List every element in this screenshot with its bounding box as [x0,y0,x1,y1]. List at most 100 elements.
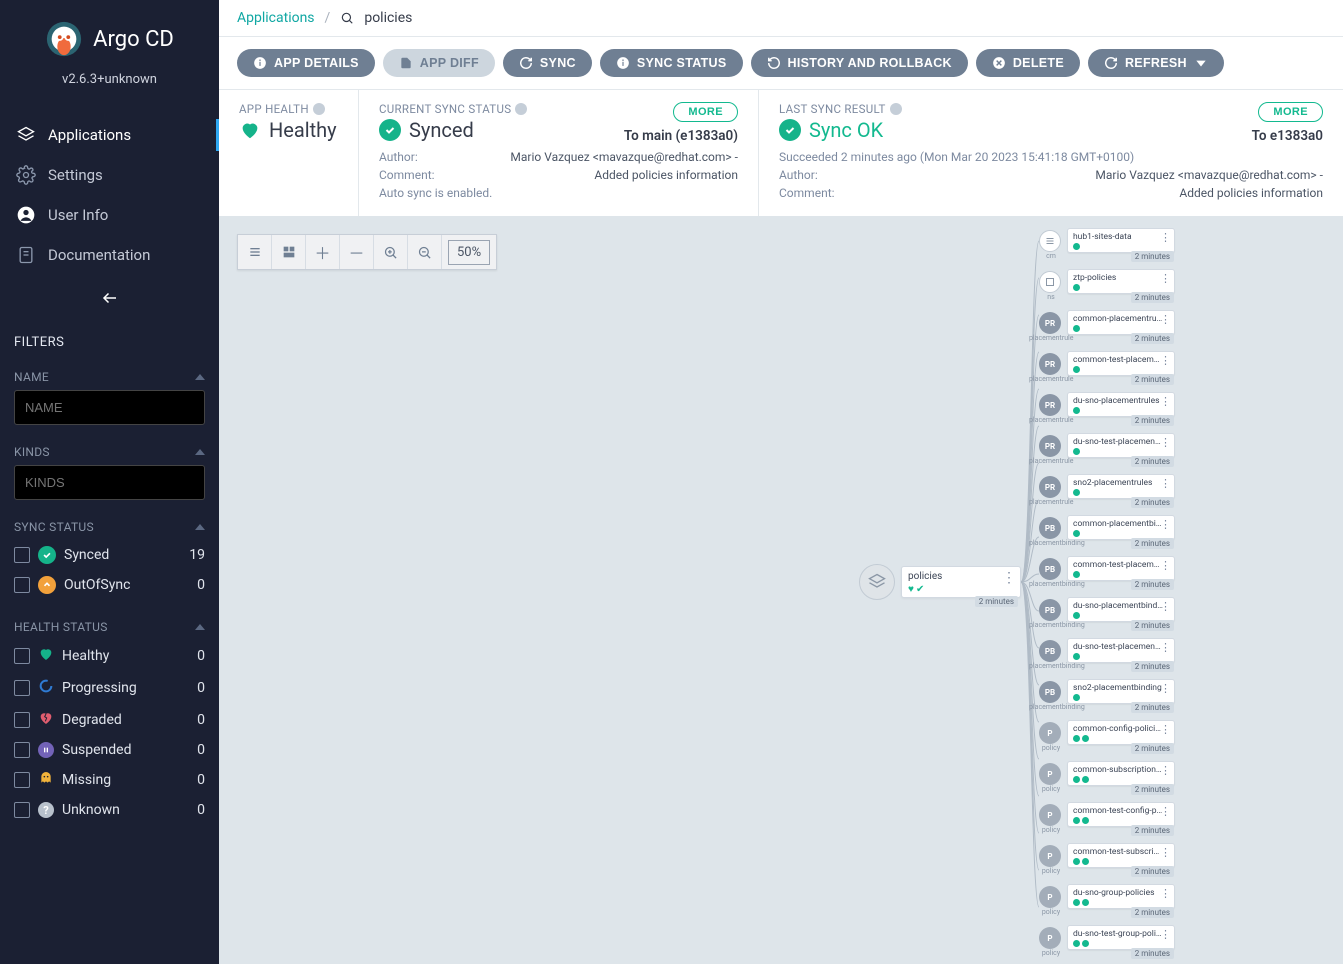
sync-more-button[interactable]: MORE [673,102,738,122]
info-icon[interactable] [313,103,325,115]
zoom-reset-button[interactable] [408,235,442,269]
tree-child-card[interactable]: ⋮du-sno-placementbinding2 minutes [1067,597,1175,622]
tree-child-node[interactable]: Ppolicy⋮common-test-config-policies2 min… [1039,802,1175,839]
sync-button[interactable]: SYNC [503,49,592,77]
kebab-menu-icon[interactable]: ⋮ [1160,437,1171,448]
info-icon[interactable] [890,103,902,115]
tree-child-node[interactable]: PRplacementrule⋮du-sno-placementrules2 m… [1039,392,1175,429]
history-rollback-button[interactable]: HISTORY AND ROLLBACK [751,49,968,77]
checkbox[interactable] [14,742,30,758]
filter-healthy-row[interactable]: Healthy 0 [14,640,205,672]
checkbox[interactable] [14,547,30,563]
view-grid-button[interactable] [272,235,306,269]
zoom-to-fit-button[interactable] [374,235,408,269]
tree-child-node[interactable]: PBplacementbinding⋮sno2-placementbinding… [1039,679,1175,716]
kebab-menu-icon[interactable]: ⋮ [1160,314,1171,325]
zoom-in-button[interactable]: ＋ [306,235,340,269]
kebab-menu-icon[interactable]: ⋮ [1160,806,1171,817]
kebab-menu-icon[interactable]: ⋮ [1160,355,1171,366]
tree-child-card[interactable]: ⋮du-sno-test-placementbinding2 minutes [1067,638,1175,663]
sync-status-button[interactable]: SYNC STATUS [600,49,743,77]
filter-outofsync-row[interactable]: OutOfSync 0 [14,570,205,600]
filter-unknown-row[interactable]: ? Unknown 0 [14,796,205,824]
tree-child-card[interactable]: ⋮common-test-config-policies2 minutes [1067,802,1175,827]
filter-missing-row[interactable]: Missing 0 [14,764,205,796]
tree-child-card[interactable]: ⋮common-subscription-policies2 minutes [1067,761,1175,786]
caret-icon[interactable] [195,624,205,630]
tree-child-card[interactable]: ⋮du-sno-placementrules2 minutes [1067,392,1175,417]
tree-child-node[interactable]: Ppolicy⋮common-test-subscription-po...2 … [1039,843,1175,880]
tree-child-node[interactable]: PRplacementrule⋮common-test-placementrul… [1039,351,1175,388]
caret-icon[interactable] [195,449,205,455]
info-icon[interactable] [515,103,527,115]
tree-root-card[interactable]: ⋮ policies ♥ ✔ 2 minutes [901,566,1021,598]
tree-child-card[interactable]: ⋮common-test-subscription-po...2 minutes [1067,843,1175,868]
nav-settings[interactable]: Settings [0,155,219,195]
checkbox[interactable] [14,772,30,788]
tree-child-node[interactable]: Ppolicy⋮common-config-policies2 minutes [1039,720,1175,757]
filter-kinds-input[interactable] [14,465,205,500]
tree-child-card[interactable]: ⋮sno2-placementrules2 minutes [1067,474,1175,499]
kebab-menu-icon[interactable]: ⋮ [1160,724,1171,735]
filter-progressing-row[interactable]: Progressing 0 [14,672,205,704]
checkbox[interactable] [14,712,30,728]
kebab-menu-icon[interactable]: ⋮ [1160,478,1171,489]
kebab-menu-icon[interactable]: ⋮ [1160,929,1171,940]
tree-child-card[interactable]: ⋮common-placementrules2 minutes [1067,310,1175,335]
checkbox[interactable] [14,648,30,664]
tree-child-node[interactable]: PBplacementbinding⋮du-sno-placementbindi… [1039,597,1175,634]
kebab-menu-icon[interactable]: ⋮ [1160,273,1171,284]
tree-child-node[interactable]: PBplacementbinding⋮common-test-placement… [1039,556,1175,593]
kebab-menu-icon[interactable]: ⋮ [1160,888,1171,899]
tree-child-card[interactable]: ⋮common-test-placementbindi...2 minutes [1067,556,1175,581]
tree-child-card[interactable]: ⋮du-sno-test-placementrules2 minutes [1067,433,1175,458]
checkbox[interactable] [14,802,30,818]
tree-child-card[interactable]: ⋮common-test-placementrules2 minutes [1067,351,1175,376]
kebab-menu-icon[interactable]: ⋮ [1160,765,1171,776]
kebab-menu-icon[interactable]: ⋮ [1160,847,1171,858]
view-list-button[interactable] [238,235,272,269]
filter-degraded-row[interactable]: Degraded 0 [14,704,205,736]
kebab-menu-icon[interactable]: ⋮ [1160,519,1171,530]
checkbox[interactable] [14,680,30,696]
tree-child-card[interactable]: ⋮hub1-sites-data2 minutes [1067,228,1175,253]
nav-userinfo[interactable]: User Info [0,195,219,235]
resource-tree-canvas[interactable]: ＋ － 50% ⋮ policies ♥ ✔ 2 minutes [219,216,1343,964]
tree-child-node[interactable]: cm⋮hub1-sites-data2 minutes [1039,228,1175,265]
tree-child-node[interactable]: Ppolicy⋮du-sno-group-policies2 minutes [1039,884,1175,921]
app-diff-button[interactable]: APP DIFF [383,49,495,77]
tree-child-node[interactable]: Ppolicy⋮du-sno-test-group-policies2 minu… [1039,925,1175,962]
tree-child-node[interactable]: PRplacementrule⋮du-sno-test-placementrul… [1039,433,1175,470]
tree-child-node[interactable]: Ppolicy⋮common-subscription-policies2 mi… [1039,761,1175,798]
kebab-menu-icon[interactable]: ⋮ [1002,570,1016,586]
breadcrumb-link-applications[interactable]: Applications [237,10,315,26]
filter-suspended-row[interactable]: Suspended 0 [14,736,205,764]
tree-child-card[interactable]: ⋮sno2-placementbinding2 minutes [1067,679,1175,704]
tree-child-node[interactable]: PRplacementrule⋮sno2-placementrules2 min… [1039,474,1175,511]
delete-button[interactable]: DELETE [976,49,1080,77]
tree-child-card[interactable]: ⋮ztp-policies2 minutes [1067,269,1175,294]
tree-root-node[interactable]: ⋮ policies ♥ ✔ 2 minutes [859,564,1021,600]
tree-child-node[interactable]: PBplacementbinding⋮common-placementbindi… [1039,515,1175,552]
caret-icon[interactable] [195,374,205,380]
app-details-button[interactable]: APP DETAILS [237,49,375,77]
kebab-menu-icon[interactable]: ⋮ [1160,560,1171,571]
tree-child-card[interactable]: ⋮common-placementbinding2 minutes [1067,515,1175,540]
tree-child-card[interactable]: ⋮du-sno-test-group-policies2 minutes [1067,925,1175,950]
kebab-menu-icon[interactable]: ⋮ [1160,601,1171,612]
filter-name-input[interactable] [14,390,205,425]
tree-child-card[interactable]: ⋮du-sno-group-policies2 minutes [1067,884,1175,909]
checkbox[interactable] [14,577,30,593]
nav-applications[interactable]: Applications [0,115,219,155]
zoom-percent[interactable]: 50% [448,240,490,265]
collapse-sidebar[interactable] [0,275,219,325]
refresh-button[interactable]: REFRESH [1088,49,1224,77]
nav-documentation[interactable]: Documentation [0,235,219,275]
kebab-menu-icon[interactable]: ⋮ [1160,232,1171,243]
caret-icon[interactable] [195,524,205,530]
tree-child-card[interactable]: ⋮common-config-policies2 minutes [1067,720,1175,745]
tree-child-node[interactable]: ns⋮ztp-policies2 minutes [1039,269,1175,306]
kebab-menu-icon[interactable]: ⋮ [1160,642,1171,653]
zoom-out-button[interactable]: － [340,235,374,269]
filter-synced-row[interactable]: Synced 19 [14,540,205,570]
